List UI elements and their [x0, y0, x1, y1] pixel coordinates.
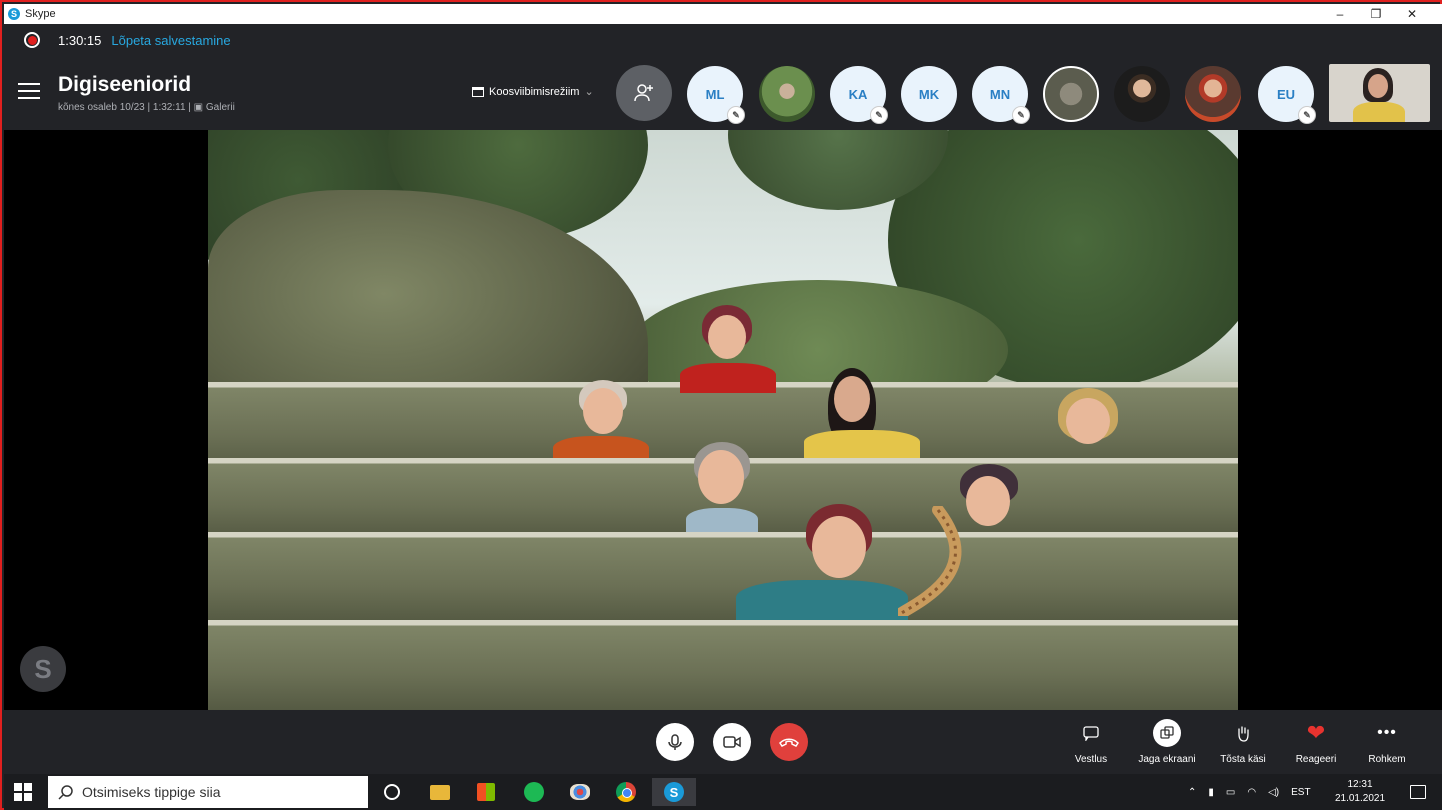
- bench-row: [208, 532, 1238, 622]
- muted-mic-icon: ✎: [1012, 106, 1030, 124]
- language-indicator[interactable]: EST: [1291, 787, 1310, 798]
- hang-up-icon: [779, 738, 799, 747]
- chat-button[interactable]: Vestlus: [1056, 720, 1126, 765]
- participant-avatar[interactable]: MK: [901, 66, 957, 122]
- participant-avatar[interactable]: EU ✎: [1258, 66, 1316, 124]
- windows-taskbar: Otsimiseks tippige siia S ⌃ ▮ ▭ ◠ ◁) EST…: [4, 774, 1442, 810]
- chevron-up-icon[interactable]: ⌃: [1188, 787, 1196, 798]
- recording-time: 1:30:15: [58, 32, 102, 48]
- battery-icon[interactable]: ▭: [1226, 787, 1235, 798]
- store-icon[interactable]: [466, 778, 506, 806]
- microphone-button[interactable]: [656, 723, 694, 761]
- menu-icon[interactable]: [18, 83, 40, 101]
- raise-hand-label: Tõsta käsi: [1220, 754, 1266, 765]
- bench-row: [208, 620, 1238, 710]
- maximize-button[interactable]: ❐: [1358, 4, 1394, 24]
- more-label: Rohkem: [1368, 754, 1406, 765]
- participant-avatar[interactable]: MN ✎: [972, 66, 1030, 124]
- chat-icon: [1083, 726, 1099, 741]
- chrome-icon[interactable]: [606, 778, 646, 806]
- participant-avatar[interactable]: [1114, 66, 1170, 122]
- stop-recording-link[interactable]: Lõpeta salvestamine: [111, 33, 230, 48]
- more-button[interactable]: ••• Rohkem: [1352, 720, 1422, 765]
- participant-avatar[interactable]: [1043, 66, 1099, 122]
- paint-icon[interactable]: [560, 778, 600, 806]
- hang-up-button[interactable]: [770, 723, 808, 761]
- windows-start-icon[interactable]: [14, 783, 32, 801]
- decoration-stick: [898, 506, 962, 616]
- taskbar-search-box[interactable]: Otsimiseks tippige siia: [48, 776, 368, 808]
- call-controls: Vestlus Jaga ekraani Tõsta käsi ❤ Reagee…: [4, 710, 1442, 774]
- file-explorer-icon[interactable]: [420, 778, 460, 806]
- skype-window: S Skype – ❐ ✕ 1:30:15 Lõpeta salvestamin…: [0, 0, 1442, 810]
- share-screen-button[interactable]: Jaga ekraani: [1132, 719, 1202, 765]
- muted-mic-icon: ✎: [870, 106, 888, 124]
- volume-icon[interactable]: ◁): [1268, 787, 1279, 798]
- taskbar-clock[interactable]: 12:31 21.01.2021: [1330, 778, 1390, 806]
- video-camera-icon: [723, 736, 741, 748]
- video-stage: S: [4, 130, 1442, 710]
- call-title: Digiseeniorid: [58, 73, 192, 96]
- add-participant-button[interactable]: [616, 65, 672, 121]
- close-icon: ✕: [1406, 7, 1418, 21]
- window-titlebar[interactable]: S Skype – ❐ ✕: [4, 4, 1442, 24]
- camera-button[interactable]: [713, 723, 751, 761]
- together-mode-scene: [208, 130, 1238, 710]
- raise-hand-button[interactable]: Tõsta käsi: [1208, 720, 1278, 765]
- clock-time: 12:31: [1347, 779, 1373, 790]
- participant-avatar[interactable]: [1185, 66, 1241, 122]
- chat-label: Vestlus: [1074, 754, 1108, 765]
- muted-mic-icon: ✎: [727, 106, 745, 124]
- share-label: Jaga ekraani: [1138, 754, 1196, 765]
- minimize-button[interactable]: –: [1322, 4, 1358, 24]
- close-button[interactable]: ✕: [1394, 4, 1430, 24]
- spotify-icon[interactable]: [514, 778, 554, 806]
- microphone-tray-icon[interactable]: ▮: [1208, 787, 1214, 798]
- participant-avatar[interactable]: KA ✎: [830, 66, 888, 124]
- skype-watermark-icon: S: [20, 646, 66, 692]
- skype-logo-icon: S: [8, 8, 20, 20]
- record-icon: [24, 32, 40, 48]
- call-header: Digiseeniorid kõnes osaleb 10/23 | 1:32:…: [4, 56, 1442, 130]
- search-placeholder: Otsimiseks tippige siia: [82, 784, 221, 800]
- muted-mic-icon: ✎: [1298, 106, 1316, 124]
- participant-avatar[interactable]: ML ✎: [687, 66, 745, 124]
- more-icon: •••: [1377, 724, 1397, 741]
- together-mode-icon: [472, 86, 484, 97]
- participant-avatar[interactable]: [759, 66, 815, 122]
- notification-icon[interactable]: [1398, 778, 1438, 806]
- window-title: Skype: [25, 8, 56, 20]
- heart-icon: ❤: [1306, 720, 1326, 745]
- react-label: Reageeri: [1295, 754, 1337, 765]
- clock-date: 21.01.2021: [1334, 793, 1386, 804]
- share-screen-icon: [1153, 719, 1181, 747]
- search-icon: [58, 785, 73, 800]
- react-button[interactable]: ❤ Reageeri: [1281, 720, 1351, 765]
- wifi-icon[interactable]: ◠: [1247, 787, 1256, 798]
- chevron-down-icon: ⌄: [584, 86, 594, 98]
- task-view-icon[interactable]: [372, 778, 412, 806]
- microphone-icon: [668, 734, 682, 750]
- self-video-preview[interactable]: [1329, 64, 1430, 122]
- mode-selector[interactable]: Koosviibimisrežiim ⌄: [472, 85, 594, 98]
- raise-hand-icon: [1238, 726, 1249, 742]
- system-tray: ⌃ ▮ ▭ ◠ ◁) EST: [1188, 774, 1311, 810]
- add-person-icon: [634, 84, 653, 102]
- minimize-icon: –: [1336, 7, 1344, 21]
- recording-bar: 1:30:15 Lõpeta salvestamine: [4, 24, 1442, 56]
- skype-taskbar-icon[interactable]: S: [652, 778, 696, 806]
- call-subtitle: kõnes osaleb 10/23 | 1:32:11 | ▣ Galerii: [58, 102, 235, 113]
- maximize-icon: ❐: [1370, 7, 1382, 21]
- mode-label: Koosviibimisrežiim: [489, 85, 580, 98]
